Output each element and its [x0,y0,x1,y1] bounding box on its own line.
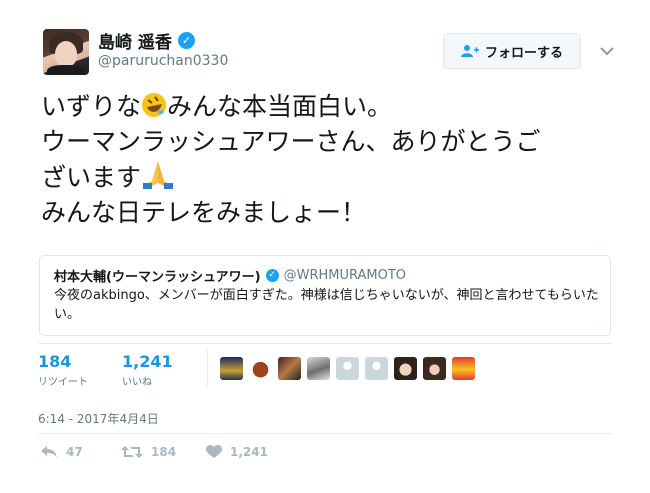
folded-hands-emoji-icon [143,161,174,189]
retweet-count: 184 [38,352,72,371]
chevron-down-icon[interactable] [598,42,616,60]
liker-avatar[interactable] [278,357,301,380]
add-user-icon [460,45,479,57]
quoted-tweet-header: 村本大輔(ウーマンラッシュアワー) ✓ @WRHMURAMOTO [54,266,406,285]
quoted-tweet-text: 今夜のakbingo、メンバーが面白すぎた。神様は信じちゃいないが、神回と言わせ… [54,288,599,322]
tweet-text-line4: みんな日テレをみましょー！ [41,197,367,227]
tweet-text: いずりな みんな本当面白い。 ウーマンラッシュアワーさん、ありがとうご ざいます… [41,90,621,230]
retweets-stat[interactable]: 184 リツイート [38,352,88,388]
verified-badge-icon: ✓ [265,269,279,282]
follow-button[interactable]: フォローする [443,33,581,69]
reply-button[interactable]: 47 [40,445,83,459]
display-name[interactable]: 島崎 遥香 [98,28,172,53]
liker-avatar[interactable] [249,357,272,380]
timestamp[interactable]: 6:14 - 2017年4月4日 [38,410,159,427]
liker-avatars [220,357,475,380]
tweet-text-line1b: みんな本当面白い。 [167,92,393,121]
verified-badge-icon: ✓ [177,32,195,49]
like-count: 1,241 [122,352,173,371]
like-action-count: 1,241 [230,445,268,459]
tweet-text-line3: ざいます [41,163,142,192]
divider [38,433,612,434]
quoted-tweet[interactable]: 村本大輔(ウーマンラッシュアワー) ✓ @WRHMURAMOTO 今夜のakbi… [39,255,611,336]
avatar[interactable] [43,29,89,75]
liker-avatar[interactable] [336,357,359,380]
retweet-button[interactable]: 184 [121,445,176,459]
quoted-display-name: 村本大輔(ウーマンラッシュアワー) [54,270,261,285]
like-button[interactable]: 1,241 [206,445,268,459]
liker-avatar[interactable] [307,357,330,380]
liker-avatar[interactable] [423,357,446,380]
retweet-icon [121,446,143,458]
rolling-on-floor-laughing-emoji-icon [142,93,167,117]
reply-count: 47 [66,445,83,459]
divider [207,350,208,386]
likes-stat[interactable]: 1,241 いいね [122,352,173,388]
liker-avatar[interactable] [394,357,417,380]
tweet-text-line2: ウーマンラッシュアワーさん、ありがとうご [41,126,541,156]
retweet-action-count: 184 [151,445,177,459]
quoted-handle: @WRHMURAMOTO [283,268,407,283]
like-label: いいね [122,377,152,388]
liker-avatar[interactable] [220,357,243,380]
liker-avatar[interactable] [452,357,475,380]
retweet-label: リツイート [38,377,88,388]
user-name-row[interactable]: 島崎 遥香 ✓ [98,28,195,53]
follow-button-label: フォローする [484,45,563,61]
liker-avatar[interactable] [365,357,388,380]
reply-icon [41,446,57,458]
divider [38,343,612,344]
tweet-text-line1a: いずりな [41,92,142,121]
user-handle[interactable]: @paruruchan0330 [98,53,228,69]
heart-icon [206,445,222,458]
